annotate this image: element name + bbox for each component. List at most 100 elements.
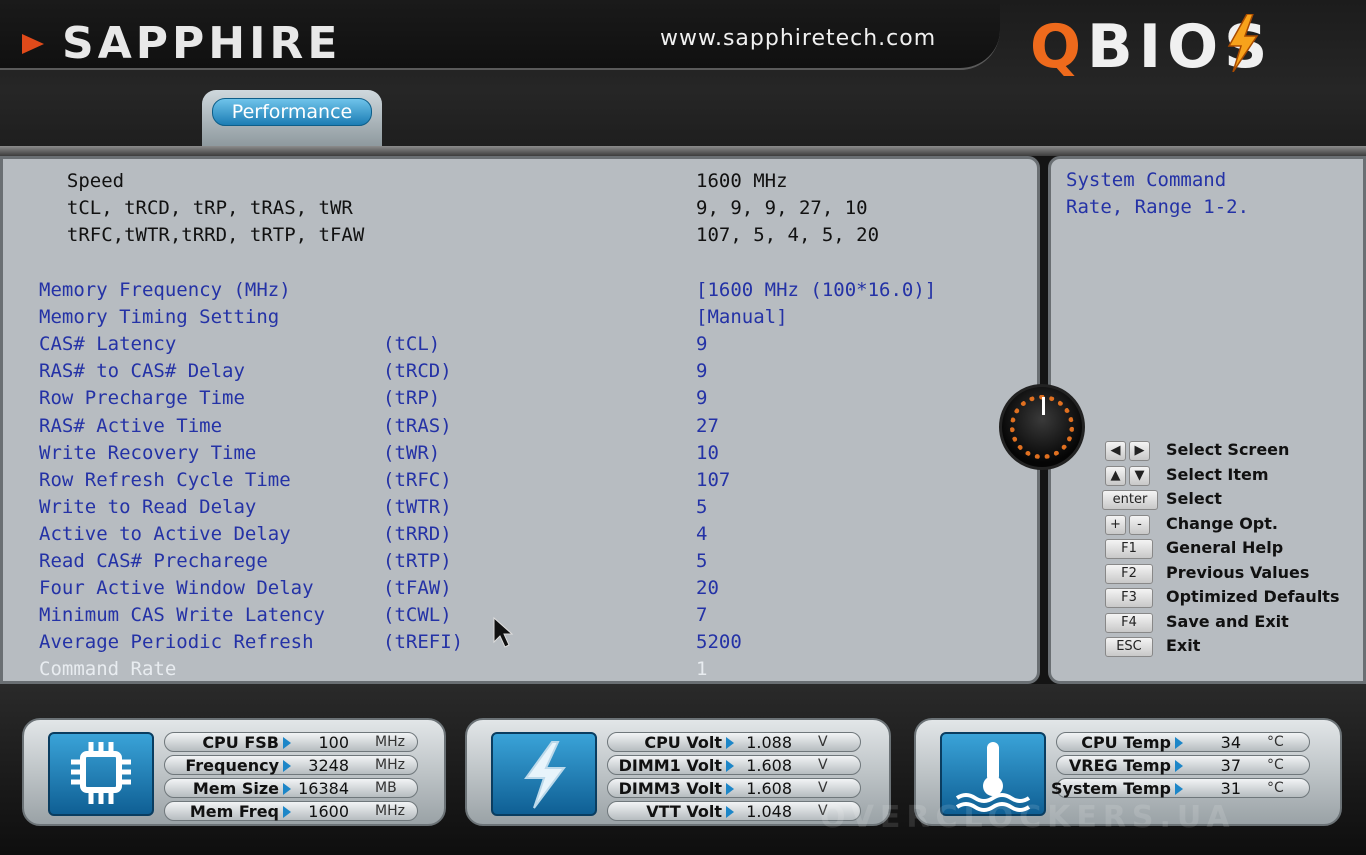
monitor-row: System Temp 31 °C xyxy=(1051,778,1310,798)
play-arrow-icon xyxy=(726,760,734,772)
setting-row[interactable]: Average Periodic Refresh (tREFI) 5200 xyxy=(30,630,1010,654)
key-button: ◀ xyxy=(1105,441,1126,461)
setting-abbr: (tRRD) xyxy=(383,522,452,545)
cpu-chip-icon xyxy=(48,732,154,816)
help-line-1: System Command xyxy=(1066,169,1227,191)
key-legend-label: Previous Values xyxy=(1166,562,1310,582)
tab-performance-label: Performance xyxy=(212,98,372,126)
setting-row[interactable]: Row Refresh Cycle Time (tRFC) 107 xyxy=(30,468,1010,492)
monitor-unit: MHz xyxy=(375,734,405,750)
key-legend-row: F3 Optimized Defaults xyxy=(1100,587,1360,609)
setting-abbr: (tCL) xyxy=(383,333,441,356)
monitor-row: CPU Volt 1.088 V xyxy=(607,732,861,752)
key-button: F2 xyxy=(1105,563,1153,584)
setting-value[interactable]: 5 xyxy=(696,495,707,519)
setting-value[interactable]: 5200 xyxy=(696,630,742,654)
product-logo-q: Q xyxy=(1030,12,1088,82)
setting-value[interactable]: 4 xyxy=(696,522,707,546)
setting-label: Write Recovery Time xyxy=(39,441,257,464)
setting-row[interactable]: Command Rate 1 xyxy=(30,657,1010,681)
setting-label: Memory Frequency (MHz) xyxy=(39,279,291,301)
key-legend-row: F4 Save and Exit xyxy=(1100,612,1360,634)
setting-row[interactable]: Four Active Window Delay (tFAW) 20 xyxy=(30,576,1010,600)
setting-value[interactable]: 7 xyxy=(696,603,707,627)
setting-label: Row Refresh Cycle Time xyxy=(39,468,291,491)
setting-row[interactable]: RAS# to CAS# Delay (tRCD) 9 xyxy=(30,359,1010,383)
monitor-value: 1600 xyxy=(308,802,349,821)
monitor-value: 37 xyxy=(1220,756,1241,775)
setting-value[interactable]: 10 xyxy=(696,441,719,465)
info-row-label: tRFC,tWTR,tRRD, tRTP, tFAW xyxy=(44,224,365,246)
setting-row[interactable]: Memory Frequency (MHz) [1600 MHz (100*16.… xyxy=(30,278,1010,302)
key-button: ▼ xyxy=(1129,465,1150,486)
setting-row[interactable]: Minimum CAS Write Latency (tCWL) 7 xyxy=(30,603,1010,627)
monitor-unit: V xyxy=(818,757,828,773)
setting-label: Row Precharge Time xyxy=(39,387,245,410)
key-button: - xyxy=(1129,514,1150,535)
play-arrow-icon xyxy=(283,806,291,818)
setting-row[interactable]: RAS# Active Time (tRAS) 27 xyxy=(30,414,1010,438)
monitor-unit: °C xyxy=(1267,734,1284,750)
header: SAPPHIRE www.sapphiretech.com QBIOS Perf… xyxy=(0,0,1366,150)
dial-indicator xyxy=(1042,397,1045,415)
setting-row[interactable]: Read CAS# Precharege (tRTP) 5 xyxy=(30,549,1010,573)
setting-abbr: (tWTR) xyxy=(383,495,452,518)
monitor-row: CPU FSB 100 MHz xyxy=(164,732,418,752)
setting-label: Memory Timing Setting xyxy=(39,306,280,329)
monitor-label: VTT Volt xyxy=(646,802,722,821)
setting-abbr: (tRTP) xyxy=(383,550,452,572)
monitor-value: 34 xyxy=(1220,733,1241,752)
play-arrow-icon xyxy=(1175,760,1183,772)
info-row-value: 107, 5, 4, 5, 20 xyxy=(696,224,880,246)
setting-label: CAS# Latency xyxy=(39,333,177,356)
setting-value[interactable]: 1 xyxy=(696,657,707,681)
setting-value[interactable]: 9 xyxy=(696,332,707,356)
key-legend-row: + - Change Opt. xyxy=(1100,514,1360,536)
monitor-value: 1.088 xyxy=(746,733,792,752)
setting-row[interactable]: Memory Timing Setting [Manual] xyxy=(30,305,1010,329)
play-arrow-icon xyxy=(283,760,291,772)
setting-value[interactable]: 20 xyxy=(696,576,719,600)
setting-row[interactable]: Write Recovery Time (tWR) 10 xyxy=(30,441,1010,465)
setting-label: Active to Active Delay xyxy=(39,522,291,545)
help-line-2: Rate, Range 1-2. xyxy=(1066,196,1250,218)
brand-arrow-icon xyxy=(22,34,44,54)
setting-row[interactable]: Active to Active Delay (tRRD) 4 xyxy=(30,522,1010,546)
monitor-value: 1.608 xyxy=(746,756,792,775)
setting-value[interactable]: 5 xyxy=(696,549,707,573)
setting-label: Average Periodic Refresh xyxy=(39,631,314,654)
monitor-group: CPU FSB 100 MHz Frequency 3248 MHz Mem Size 163… xyxy=(22,718,446,826)
setting-value[interactable]: [Manual] xyxy=(696,305,788,329)
dial-knob-icon xyxy=(999,384,1085,470)
info-row-label: tCL, tRCD, tRP, tRAS, tWR xyxy=(44,197,353,219)
play-arrow-icon xyxy=(726,737,734,749)
setting-value[interactable]: 9 xyxy=(696,359,707,383)
setting-label: Command Rate xyxy=(39,658,177,681)
key-legend-row: F2 Previous Values xyxy=(1100,563,1360,585)
play-arrow-icon xyxy=(726,806,734,818)
key-button: ESC xyxy=(1105,637,1153,657)
setting-row[interactable]: Write to Read Delay (tWTR) 5 xyxy=(30,495,1010,519)
help-text: System Command Rate, Range 1-2. xyxy=(1066,168,1356,219)
setting-row[interactable]: CAS# Latency (tCL) 9 xyxy=(30,332,1010,356)
key-legend-label: General Help xyxy=(1166,538,1284,557)
setting-abbr: (tCWL) xyxy=(383,604,452,627)
setting-label: RAS# Active Time xyxy=(39,414,223,437)
key-legend-label: Select Screen xyxy=(1166,440,1290,459)
header-separator xyxy=(0,146,1366,156)
setting-abbr: (tFAW) xyxy=(383,577,452,600)
brand-logo: SAPPHIRE xyxy=(62,18,342,69)
setting-value[interactable]: [1600 MHz (100*16.0)] xyxy=(696,278,936,302)
setting-row[interactable]: Row Precharge Time (tRP) 9 xyxy=(30,386,1010,410)
play-arrow-icon xyxy=(1175,737,1183,749)
setting-abbr: (tWR) xyxy=(383,441,441,464)
key-button: ▲ xyxy=(1105,465,1126,486)
setting-value[interactable]: 27 xyxy=(696,414,719,438)
setting-value[interactable]: 107 xyxy=(696,468,730,492)
setting-abbr: (tRFC) xyxy=(383,468,452,491)
setting-abbr: (tREFI) xyxy=(383,631,464,654)
monitor-label: CPU Volt xyxy=(644,733,722,752)
tab-performance[interactable]: Performance xyxy=(202,90,382,148)
setting-value[interactable]: 9 xyxy=(696,386,707,410)
key-legend-row: ◀ ▶ Select Screen xyxy=(1100,440,1360,462)
